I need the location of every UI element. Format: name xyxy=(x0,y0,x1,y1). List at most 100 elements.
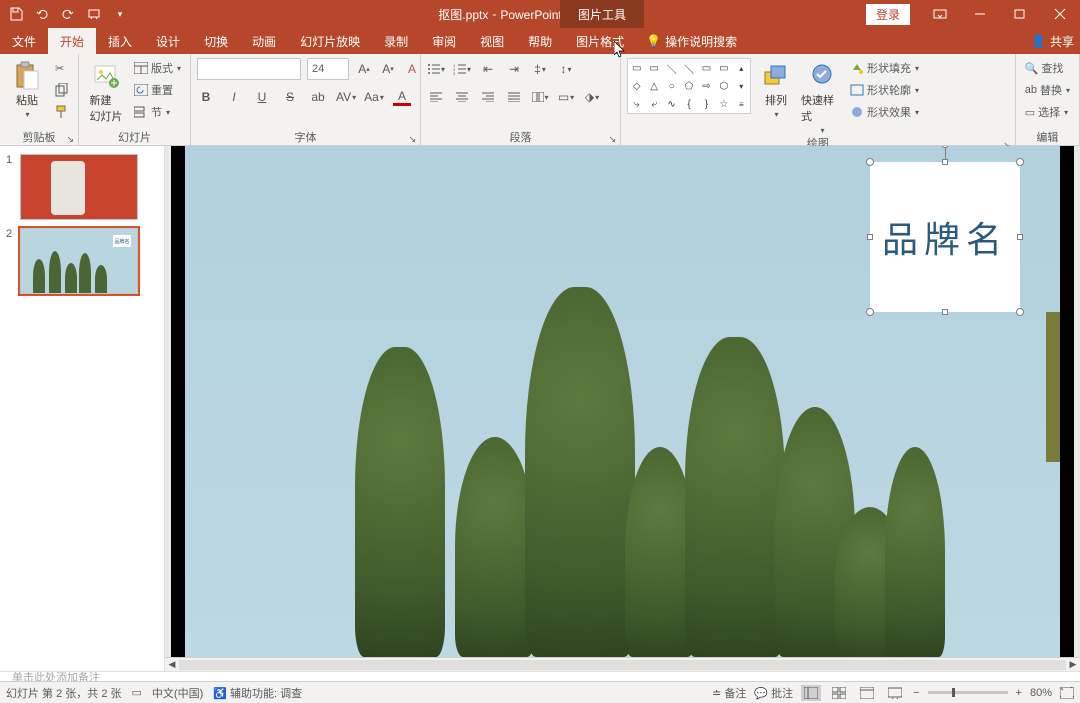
align-left-icon[interactable] xyxy=(427,88,445,106)
slide-thumbnail-panel[interactable]: 1 2 品牌名 xyxy=(0,146,165,671)
clear-format-icon[interactable]: A xyxy=(403,60,421,78)
layout-button[interactable]: 版式▾ xyxy=(131,58,184,78)
tab-view[interactable]: 视图 xyxy=(468,28,516,54)
paste-button[interactable]: 粘贴 ▾ xyxy=(6,58,48,119)
line-spacing-icon[interactable]: ‡▾ xyxy=(531,60,549,78)
resize-handle-nw[interactable] xyxy=(866,158,874,166)
thumbnail-2[interactable]: 2 品牌名 xyxy=(0,224,164,298)
columns-icon[interactable]: ▾ xyxy=(531,88,549,106)
copy-button[interactable] xyxy=(52,80,72,100)
tab-insert[interactable]: 插入 xyxy=(96,28,144,54)
numbering-icon[interactable]: 123▾ xyxy=(453,60,471,78)
slideshow-view-icon[interactable] xyxy=(885,685,905,701)
save-icon[interactable] xyxy=(6,4,26,24)
thumbnail-1[interactable]: 1 xyxy=(0,150,164,224)
change-case-icon[interactable]: Aa▾ xyxy=(365,88,383,106)
tab-home[interactable]: 开始 xyxy=(48,28,96,54)
resize-handle-w[interactable] xyxy=(867,234,873,240)
resize-handle-sw[interactable] xyxy=(866,308,874,316)
reading-view-icon[interactable] xyxy=(857,685,877,701)
language-indicator[interactable]: 中文(中国) xyxy=(152,685,203,701)
shape-effects-button[interactable]: 形状效果▾ xyxy=(847,102,922,122)
dialog-launcher-icon[interactable]: ↘ xyxy=(608,134,616,145)
cut-button[interactable]: ✂ xyxy=(52,58,72,78)
scroll-right-icon[interactable]: ▶ xyxy=(1066,659,1080,671)
comments-toggle[interactable]: 💬 批注 xyxy=(754,685,793,701)
shape-fill-button[interactable]: 形状填充▾ xyxy=(847,58,922,78)
scroll-left-icon[interactable]: ◀ xyxy=(165,659,179,671)
undo-icon[interactable] xyxy=(32,4,52,24)
notes-toggle[interactable]: ≐ 备注 xyxy=(712,685,746,701)
replace-button[interactable]: ab替换▾ xyxy=(1022,80,1073,100)
ribbon-options-icon[interactable] xyxy=(920,0,960,28)
format-painter-button[interactable] xyxy=(52,102,72,122)
tab-help[interactable]: 帮助 xyxy=(516,28,564,54)
italic-icon[interactable]: I xyxy=(225,88,243,106)
resize-handle-n[interactable] xyxy=(942,159,948,165)
resize-handle-se[interactable] xyxy=(1016,308,1024,316)
underline-icon[interactable]: U xyxy=(253,88,271,106)
resize-handle-s[interactable] xyxy=(942,309,948,315)
redo-icon[interactable] xyxy=(58,4,78,24)
font-family-combo[interactable] xyxy=(197,58,301,80)
resize-handle-ne[interactable] xyxy=(1016,158,1024,166)
slide-canvas[interactable]: 品牌名 xyxy=(171,146,1074,657)
decrease-indent-icon[interactable]: ⇤ xyxy=(479,60,497,78)
spellcheck-icon[interactable]: ▭ xyxy=(132,686,142,699)
increase-font-icon[interactable]: A▴ xyxy=(355,60,373,78)
login-button[interactable]: 登录 xyxy=(866,4,910,25)
zoom-out-icon[interactable]: − xyxy=(913,687,919,699)
tab-slideshow[interactable]: 幻灯片放映 xyxy=(288,28,372,54)
maximize-icon[interactable] xyxy=(1000,0,1040,28)
accessibility-checker[interactable]: ♿ 辅助功能: 调查 xyxy=(213,685,302,701)
section-button[interactable]: 节▾ xyxy=(131,102,184,122)
font-size-combo[interactable]: 24 xyxy=(307,58,349,80)
strike-icon[interactable]: S xyxy=(281,88,299,106)
slide-editor[interactable]: 品牌名 ◀ ▶ xyxy=(165,146,1080,671)
char-spacing-icon[interactable]: AV▾ xyxy=(337,88,355,106)
shadow-icon[interactable]: ab xyxy=(309,88,327,106)
tell-me-search[interactable]: 💡 操作说明搜索 xyxy=(646,33,737,50)
decrease-font-icon[interactable]: A▾ xyxy=(379,60,397,78)
tab-animations[interactable]: 动画 xyxy=(240,28,288,54)
zoom-in-icon[interactable]: + xyxy=(1016,687,1022,699)
justify-icon[interactable] xyxy=(505,88,523,106)
resize-handle-e[interactable] xyxy=(1017,234,1023,240)
qat-customize-icon[interactable]: ▾ xyxy=(110,4,130,24)
tab-picture-format[interactable]: 图片格式 xyxy=(564,28,636,54)
quick-styles-button[interactable]: 快速样式▾ xyxy=(801,58,843,135)
align-text-icon[interactable]: ▭▾ xyxy=(557,88,575,106)
dialog-launcher-icon[interactable]: ↘ xyxy=(66,134,74,145)
tab-file[interactable]: 文件 xyxy=(0,28,48,54)
reset-button[interactable]: 重置 xyxy=(131,80,184,100)
arrange-button[interactable]: 排列▾ xyxy=(755,58,797,119)
new-slide-button[interactable]: 新建 幻灯片 xyxy=(85,58,127,124)
horizontal-scrollbar[interactable]: ◀ ▶ xyxy=(165,657,1080,671)
find-button[interactable]: 🔍查找 xyxy=(1022,58,1073,78)
sorter-view-icon[interactable] xyxy=(829,685,849,701)
tab-review[interactable]: 审阅 xyxy=(420,28,468,54)
increase-indent-icon[interactable]: ⇥ xyxy=(505,60,523,78)
smartart-icon[interactable]: ⬗▾ xyxy=(583,88,601,106)
dialog-launcher-icon[interactable]: ↘ xyxy=(408,134,416,145)
zoom-slider[interactable] xyxy=(928,691,1008,694)
close-icon[interactable] xyxy=(1040,0,1080,28)
normal-view-icon[interactable] xyxy=(801,685,821,701)
tab-design[interactable]: 设计 xyxy=(144,28,192,54)
tab-record[interactable]: 录制 xyxy=(372,28,420,54)
font-color-icon[interactable]: A xyxy=(393,88,411,106)
share-button[interactable]: 👤 共享 xyxy=(1031,33,1080,50)
start-slideshow-icon[interactable] xyxy=(84,4,104,24)
zoom-level[interactable]: 80% xyxy=(1030,687,1052,699)
text-direction-icon[interactable]: ↕▾ xyxy=(557,60,575,78)
shape-outline-button[interactable]: 形状轮廓▾ xyxy=(847,80,922,100)
notes-pane[interactable]: 单击此处添加备注 xyxy=(0,671,1080,681)
minimize-icon[interactable] xyxy=(960,0,1000,28)
shapes-gallery[interactable]: ▭▭＼＼▭▭▴ ◇△○⬠⇨⬡▾ ⤷⤶∿{}☆≡ xyxy=(627,58,751,114)
align-right-icon[interactable] xyxy=(479,88,497,106)
selected-text-box[interactable]: 品牌名 xyxy=(870,162,1020,312)
tab-transitions[interactable]: 切换 xyxy=(192,28,240,54)
bullets-icon[interactable]: ▾ xyxy=(427,60,445,78)
align-center-icon[interactable] xyxy=(453,88,471,106)
fit-window-icon[interactable] xyxy=(1060,687,1074,699)
